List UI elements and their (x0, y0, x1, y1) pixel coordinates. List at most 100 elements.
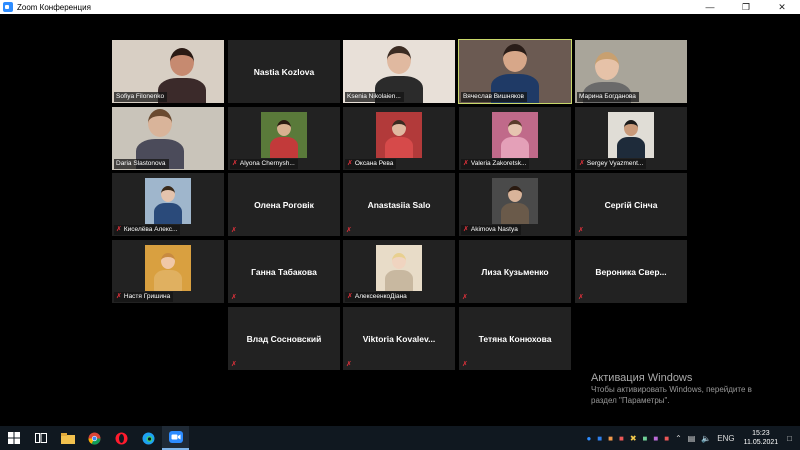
participant-profile-picture (608, 112, 654, 158)
participant-name-label: Ksenia Nikolaien... (345, 92, 404, 102)
mic-muted-icon: ✗ (346, 227, 352, 234)
participant-tile[interactable]: Ksenia Nikolaien... (343, 40, 455, 103)
network-icon[interactable]: ▤ (688, 434, 696, 443)
tray-app-icon-2[interactable]: ■ (608, 434, 613, 443)
mic-muted-icon: ✗ (116, 226, 122, 233)
participant-tile[interactable]: Вероника Свер... ✗ (575, 240, 687, 303)
participant-tile[interactable]: Олена Роговік ✗ (228, 173, 340, 236)
participant-profile-picture (145, 245, 191, 291)
windows-activation-watermark: Активация Windows Чтобы активировать Win… (591, 372, 752, 406)
task-view-button[interactable] (27, 426, 54, 450)
participant-tile[interactable]: Сергій Сінча ✗ (575, 173, 687, 236)
participant-name: Марина Богданова (579, 93, 636, 100)
participant-name: Sofiya Filonenko (116, 93, 165, 100)
task-view-icon (34, 433, 47, 443)
participant-tile[interactable]: Лиза Кузьменко ✗ (459, 240, 571, 303)
mic-muted-icon: ✗ (463, 160, 469, 167)
participant-profile-picture (492, 178, 538, 224)
participant-tile[interactable]: ✗ Оксана Рева (343, 107, 455, 170)
participant-name: Ksenia Nikolaien... (347, 93, 401, 100)
participant-name: Вячеслав Вишняков (463, 93, 524, 100)
participant-name-label: ✗ Akimova Nastya (461, 225, 521, 235)
language-indicator[interactable]: ENG (717, 434, 734, 443)
mic-muted-icon: ✗ (578, 227, 584, 234)
edge-button[interactable] (135, 426, 162, 450)
participant-name-label: ✗ Настя Гришина (114, 292, 174, 302)
participant-grid: Sofiya Filonenko Nastia Kozlova Ksenia Nik… (0, 14, 800, 426)
watermark-title: Активация Windows (591, 372, 693, 384)
participant-profile-picture (145, 178, 191, 224)
chrome-icon (88, 432, 101, 445)
participant-tile[interactable]: Anastasiia Salo ✗ (343, 173, 455, 236)
participant-tile[interactable]: Вячеслав Вишняков (458, 39, 572, 104)
participant-tile[interactable]: Влад Сосновский ✗ (228, 307, 340, 370)
participant-tile[interactable]: ✗ АлексеенкоДіана (343, 240, 455, 303)
tray-app-icon-7[interactable]: ■ (664, 434, 669, 443)
participant-tile[interactable]: Daria Slastonova (112, 107, 224, 170)
tray-app-icon-6[interactable]: ■ (653, 434, 658, 443)
folder-icon (60, 432, 75, 444)
participant-name: Valeria Zakoretsk... (470, 160, 527, 167)
participant-tile[interactable]: Тетяна Конюхова ✗ (459, 307, 571, 370)
mic-muted-icon: ✗ (232, 160, 238, 167)
participant-name: Вероника Свер... (595, 266, 667, 277)
participant-tile[interactable]: ✗ Sergey Vyazment... (575, 107, 687, 170)
mic-muted-icon: ✗ (579, 160, 585, 167)
title-bar: Zoom Конференция — ❐ ✕ (0, 0, 800, 14)
participant-tile[interactable]: Viktoria Kovalev... ✗ (343, 307, 455, 370)
participant-name: Киселёва Алекс... (123, 226, 178, 233)
participant-name-label: ✗ Valeria Zakoretsk... (461, 159, 530, 169)
mic-muted-icon: ✗ (578, 294, 584, 301)
edge-icon (142, 432, 155, 444)
windows-taskbar: ● ■ ■ ■ ✖ ■ ■ ■ ⌃ ▤ 🔈 ENG 15:23 11.05.20… (0, 426, 800, 450)
zoom-tray-icon[interactable]: ● (586, 434, 591, 443)
tray-app-icon-4[interactable]: ✖ (630, 434, 637, 443)
maximize-button[interactable]: ❐ (728, 0, 764, 14)
participant-name-label: Daria Slastonova (114, 159, 169, 169)
participant-tile[interactable]: Ганна Табакова ✗ (228, 240, 340, 303)
tray-app-icon-5[interactable]: ■ (643, 434, 648, 443)
participant-name-label: ✗ Alyona Chernysh... (230, 159, 298, 169)
mic-muted-icon: ✗ (231, 294, 237, 301)
volume-icon[interactable]: 🔈 (701, 434, 711, 443)
participant-tile[interactable]: Nastia Kozlova (228, 40, 340, 103)
participant-name: Сергій Сінча (604, 199, 658, 210)
participant-name: Sergey Vyazment... (586, 160, 644, 167)
mic-muted-icon: ✗ (347, 293, 353, 300)
show-hidden-icons-icon[interactable]: ⌃ (675, 434, 682, 443)
participant-tile[interactable]: ✗ Valeria Zakoretsk... (459, 107, 571, 170)
participant-tile[interactable]: Sofiya Filonenko (112, 40, 224, 103)
tray-app-icon-3[interactable]: ■ (619, 434, 624, 443)
notifications-icon[interactable]: □ (787, 434, 792, 443)
participant-tile[interactable]: ✗ Akimova Nastya (459, 173, 571, 236)
chrome-button[interactable] (81, 426, 108, 450)
opera-button[interactable] (108, 426, 135, 450)
participant-tile[interactable]: ✗ Киселёва Алекс... (112, 173, 224, 236)
participant-name: Akimova Nastya (470, 226, 518, 233)
participant-tile[interactable]: ✗ Alyona Chernysh... (228, 107, 340, 170)
participant-name-label: Вячеслав Вишняков (461, 92, 527, 102)
close-button[interactable]: ✕ (764, 0, 800, 14)
zoom-taskbar-button[interactable] (162, 426, 189, 450)
mic-muted-icon: ✗ (116, 293, 122, 300)
participant-name-label: ✗ АлексеенкоДіана (345, 292, 410, 302)
minimize-button[interactable]: — (692, 0, 728, 14)
file-explorer-button[interactable] (54, 426, 81, 450)
system-tray: ● ■ ■ ■ ✖ ■ ■ ■ ⌃ ▤ 🔈 ENG 15:23 11.05.20… (583, 426, 800, 450)
mic-muted-icon: ✗ (231, 227, 237, 234)
window-title: Zoom Конференция (17, 2, 91, 12)
participant-tile[interactable]: ✗ Настя Гришина (112, 240, 224, 303)
mic-muted-icon: ✗ (231, 361, 237, 368)
mic-muted-icon: ✗ (462, 294, 468, 301)
tray-app-icon[interactable]: ■ (597, 434, 602, 443)
window-controls: — ❐ ✕ (692, 0, 800, 14)
participant-name-label: ✗ Киселёва Алекс... (114, 225, 181, 235)
participant-name: Оксана Рева (354, 160, 394, 167)
clock[interactable]: 15:23 11.05.2021 (744, 429, 779, 447)
participant-profile-picture (261, 112, 307, 158)
participant-name: Daria Slastonova (116, 160, 166, 167)
participant-name: Лиза Кузьменко (481, 266, 549, 277)
start-button[interactable] (0, 426, 27, 450)
zoom-app-icon (3, 2, 13, 12)
participant-tile[interactable]: Марина Богданова (575, 40, 687, 103)
